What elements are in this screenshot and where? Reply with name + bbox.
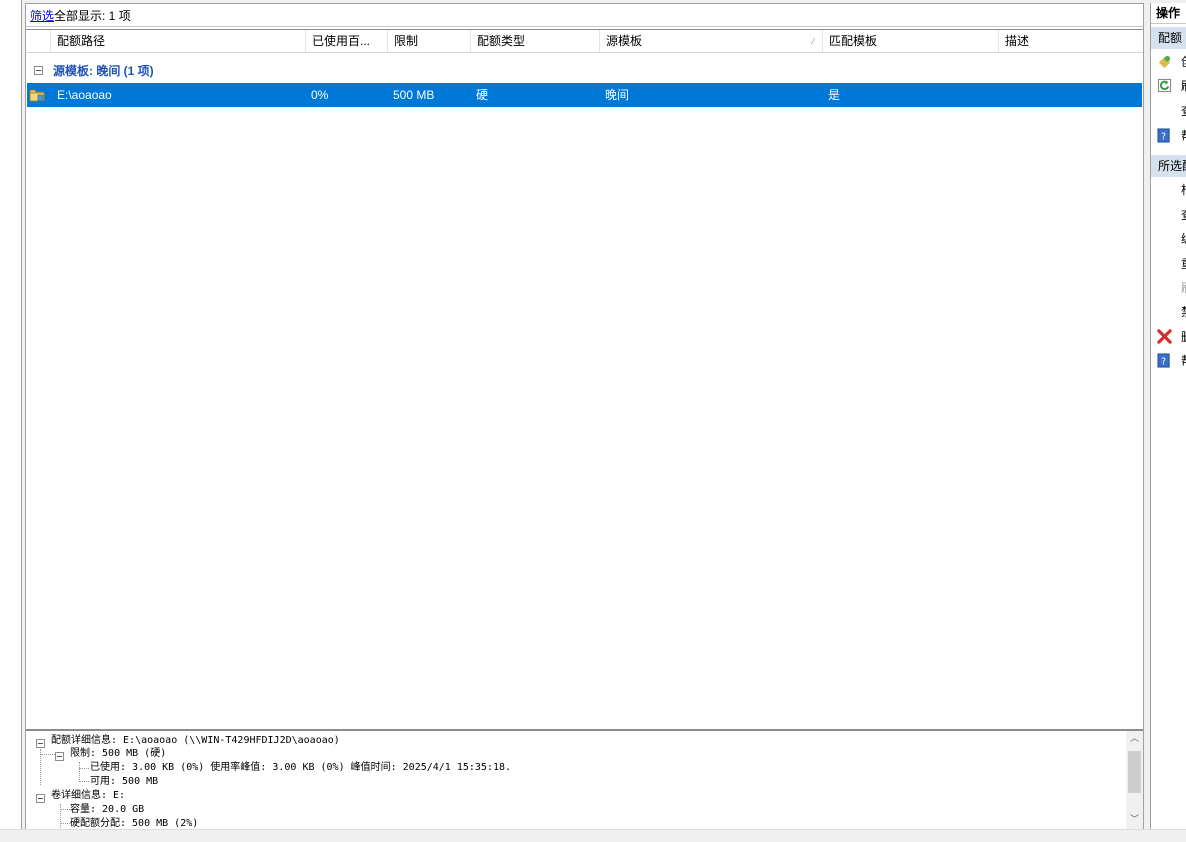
column-header-percent-used[interactable]: 已使用百... xyxy=(306,30,388,52)
action-view[interactable]: 查 xyxy=(1151,99,1186,123)
svg-text:?: ? xyxy=(1161,131,1166,142)
tree-connector xyxy=(79,781,89,782)
action-disable-quota[interactable]: 禁 xyxy=(1151,300,1186,324)
detail-quota-info: 配额详细信息: E:\aoaoao (\\WIN-T429HFDIJ2D\aoa… xyxy=(51,735,340,746)
filter-link[interactable]: 筛选 xyxy=(30,9,54,23)
column-header-source-template[interactable]: 源模板 ⁄ xyxy=(600,30,823,52)
delete-icon xyxy=(1157,329,1172,344)
column-header-blank xyxy=(26,30,51,52)
detail-hard-quota-allocated: 硬配额分配: 500 MB (2%) xyxy=(70,818,199,829)
help-icon: ? xyxy=(1157,353,1170,368)
actions-section-selected[interactable]: 所选配 xyxy=(1151,155,1186,177)
tree-connector xyxy=(79,762,80,782)
action-create-quota[interactable]: 创 xyxy=(1151,50,1186,74)
table-row[interactable]: E:\aoaoao 0% 500 MB 硬 晚间 是 xyxy=(27,83,1142,107)
left-panel-strip xyxy=(0,0,22,829)
detail-limit: 限制: 500 MB (硬) xyxy=(70,748,167,759)
column-header-match-template[interactable]: 匹配模板 xyxy=(823,30,999,52)
action-label: 帮 xyxy=(1181,349,1186,373)
cell-matches: 是 xyxy=(828,88,841,102)
tree-connector xyxy=(41,754,55,755)
cell-path: E:\aoaoao xyxy=(57,88,112,102)
action-label: 编 xyxy=(1181,227,1186,251)
column-header-limit[interactable]: 限制 xyxy=(388,30,471,52)
action-view-quota[interactable]: 查 xyxy=(1151,203,1186,227)
cell-used: 0% xyxy=(311,88,329,102)
action-label: 删 xyxy=(1181,325,1186,349)
svg-text:?: ? xyxy=(1161,356,1166,367)
scroll-down-icon[interactable]: ﹀ xyxy=(1126,812,1143,829)
detail-used: 已使用: 3.00 KB (0%) 使用率峰值: 3.00 KB (0%) 峰值… xyxy=(90,762,512,773)
action-label: 创 xyxy=(1181,50,1186,74)
quota-details-pane: 配额详细信息: E:\aoaoao (\\WIN-T429HFDIJ2D\aoa… xyxy=(26,730,1143,829)
cell-template: 晚间 xyxy=(605,88,630,102)
status-bar xyxy=(0,829,1186,842)
actions-pane: 操作 配额 创 刷 查 ? 帮 所选配 根 查 编 重 刷 禁 删 ? 帮 xyxy=(1150,3,1186,829)
quota-main-panel: 筛选全部显示: 1 项 配额路径 已使用百... 限制 配额类型 源模板 ⁄ 匹配… xyxy=(25,3,1144,829)
tree-connector xyxy=(60,804,61,828)
action-label: 重 xyxy=(1181,252,1186,276)
help-icon: ? xyxy=(1157,128,1170,143)
cell-limit: 500 MB xyxy=(393,88,435,102)
filter-summary: 全部显示: 1 项 xyxy=(54,9,131,23)
column-header-row: 配额路径 已使用百... 限制 配额类型 源模板 ⁄ 匹配模板 描述 xyxy=(26,30,1143,53)
collapse-icon[interactable] xyxy=(36,739,45,748)
action-delete-quota[interactable]: 删 xyxy=(1151,325,1186,349)
refresh-icon xyxy=(1157,78,1172,93)
group-label: 源模板: 晚间 (1 项) xyxy=(53,64,154,78)
quota-list: 配额路径 已使用百... 限制 配额类型 源模板 ⁄ 匹配模板 描述 源模板: 晚… xyxy=(26,29,1143,730)
sort-indicator-icon: ⁄ xyxy=(812,37,814,46)
action-help[interactable]: ? 帮 xyxy=(1151,124,1186,148)
cell-type: 硬 xyxy=(476,88,489,102)
action-label: 帮 xyxy=(1181,124,1186,148)
details-scrollbar[interactable]: ︿ ﹀ xyxy=(1126,731,1143,829)
column-header-quota-path[interactable]: 配额路径 xyxy=(51,30,306,52)
action-reset-peak[interactable]: 重 xyxy=(1151,252,1186,276)
tree-connector xyxy=(60,823,70,824)
detail-capacity: 容量: 20.0 GB xyxy=(70,804,145,815)
action-refresh[interactable]: 刷 xyxy=(1151,74,1186,98)
tree-connector xyxy=(79,768,89,769)
actions-section-quota[interactable]: 配额 xyxy=(1151,27,1186,49)
create-quota-icon xyxy=(1158,55,1171,69)
tree-connector xyxy=(60,809,70,810)
detail-volume-info: 卷详细信息: E: xyxy=(51,790,126,801)
scroll-up-icon[interactable]: ︿ xyxy=(1126,731,1143,748)
collapse-icon[interactable] xyxy=(55,752,64,761)
action-help-selected[interactable]: ? 帮 xyxy=(1151,349,1186,373)
collapse-icon[interactable] xyxy=(34,66,43,75)
source-template-label: 源模板 xyxy=(606,34,643,48)
action-label: 刷 xyxy=(1181,74,1186,98)
column-header-quota-type[interactable]: 配额类型 xyxy=(471,30,600,52)
action-label: 查 xyxy=(1181,203,1186,227)
scroll-thumb[interactable] xyxy=(1128,751,1141,793)
column-header-description[interactable]: 描述 xyxy=(999,30,1143,52)
collapse-icon[interactable] xyxy=(36,794,45,803)
action-label: 刷 xyxy=(1181,276,1186,300)
filter-bar: 筛选全部显示: 1 项 xyxy=(26,4,1143,27)
action-refresh-selected[interactable]: 刷 xyxy=(1151,276,1186,300)
quota-folder-icon xyxy=(29,89,45,102)
action-edit-quota[interactable]: 编 xyxy=(1151,227,1186,251)
action-label: 查 xyxy=(1181,99,1186,123)
actions-title: 操作 xyxy=(1151,3,1186,24)
detail-available: 可用: 500 MB xyxy=(90,776,159,787)
action-create-from-quota[interactable]: 根 xyxy=(1151,178,1186,202)
action-label: 禁 xyxy=(1181,300,1186,324)
action-label: 根 xyxy=(1181,178,1186,202)
